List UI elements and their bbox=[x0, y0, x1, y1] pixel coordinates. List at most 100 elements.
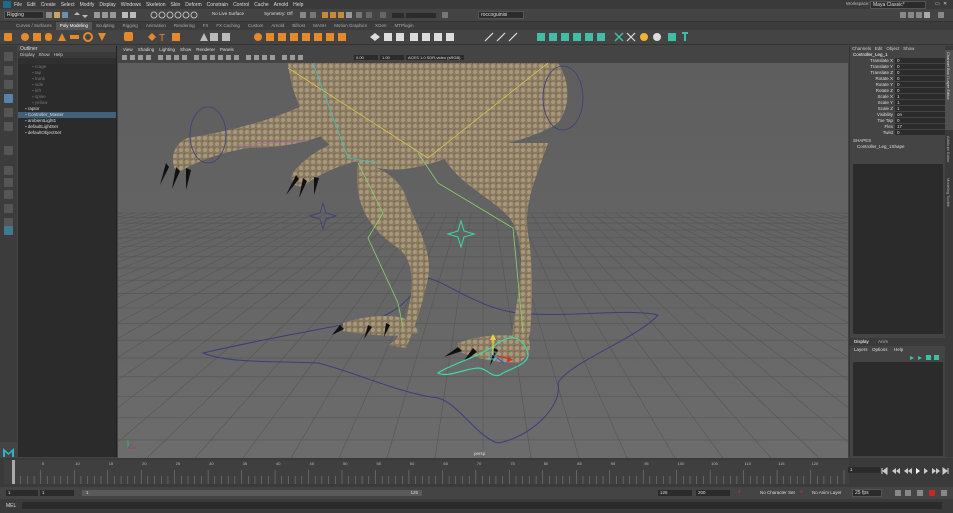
panel-toggle-icons[interactable] bbox=[900, 11, 950, 19]
channel-value[interactable]: 0 bbox=[895, 64, 945, 69]
shelf-tab-custom[interactable]: Custom bbox=[244, 22, 268, 30]
viewport-menu-show[interactable]: Show bbox=[180, 47, 191, 52]
channel-value[interactable]: 1 bbox=[895, 94, 945, 99]
range-slider[interactable]: 1 125 bbox=[82, 490, 422, 496]
channel-menu-channels[interactable]: Channels bbox=[852, 46, 871, 51]
time-ruler[interactable] bbox=[4, 460, 849, 485]
shelf-tab-sculpting[interactable]: Sculpting bbox=[92, 22, 119, 30]
shelf-tab-curves-surfaces[interactable]: Curves / Surfaces bbox=[12, 22, 56, 30]
menu-edit[interactable]: Edit bbox=[27, 2, 36, 8]
gamma-field[interactable]: 1.00 bbox=[380, 55, 404, 60]
side-tab-channel-box[interactable]: Channel Box / Layer Editor bbox=[945, 50, 953, 130]
shelf-tab-rendering[interactable]: Rendering bbox=[170, 22, 199, 30]
outliner-item[interactable]: ▪ defaultObjectSet bbox=[18, 130, 116, 136]
channel-menu-show[interactable]: Show bbox=[903, 46, 914, 51]
shelf-tab-rigging[interactable]: Rigging bbox=[119, 22, 142, 30]
snap-icons[interactable] bbox=[150, 11, 210, 19]
channel-value[interactable]: 1 bbox=[895, 106, 945, 111]
animation-start-field[interactable]: 1 bbox=[6, 490, 38, 496]
animation-end-field[interactable]: 200 bbox=[696, 490, 730, 496]
shelf-tab-mtplugin[interactable]: MTPlugin bbox=[390, 22, 417, 30]
viewport-menu-renderer[interactable]: Renderer bbox=[196, 47, 215, 52]
channel-value[interactable]: 0 bbox=[895, 130, 945, 135]
menu-control[interactable]: Control bbox=[233, 2, 249, 8]
layer-menu-layers[interactable]: Layers bbox=[854, 347, 868, 352]
shelf-tab-mash[interactable]: MASH bbox=[309, 22, 330, 30]
viewport-menu-lighting[interactable]: Lighting bbox=[159, 47, 175, 52]
menu-arnold[interactable]: Arnold bbox=[274, 2, 288, 8]
channel-value[interactable]: 0 bbox=[895, 58, 945, 63]
menu-file[interactable]: File bbox=[14, 2, 22, 8]
symmetry-dropdown[interactable]: Symmetry: Off bbox=[264, 11, 293, 16]
shelf-tab-bifrost[interactable]: Bifrost bbox=[288, 22, 309, 30]
current-frame-field[interactable]: 1 bbox=[848, 467, 880, 473]
playback-start-field[interactable]: 1 bbox=[40, 490, 74, 496]
shelf-tab-fx[interactable]: FX bbox=[199, 22, 213, 30]
window-close-icon[interactable]: ✕ bbox=[943, 1, 947, 7]
menu-modify[interactable]: Modify bbox=[80, 2, 95, 8]
single-pane-layout-icon[interactable] bbox=[4, 166, 13, 175]
scale-tool-icon[interactable] bbox=[4, 122, 13, 131]
channel-value[interactable]: 0 bbox=[895, 76, 945, 81]
menu-deform[interactable]: Deform bbox=[185, 2, 201, 8]
time-slider[interactable]: 5 10 15 20 25 30 35 40 45 50 55 60 65 70 75 80 85 90 95 100… bbox=[0, 458, 953, 487]
viewport-toolbar-icons[interactable] bbox=[120, 53, 350, 63]
window-minimize-icon[interactable]: ▭ bbox=[935, 1, 940, 7]
command-input[interactable] bbox=[22, 502, 942, 509]
shelf-tab-motion-graphics[interactable]: Motion Graphics bbox=[330, 22, 371, 30]
anim-layer-dropdown[interactable]: No Anim Layer bbox=[812, 490, 842, 495]
viewport-menu-panels[interactable]: Panels bbox=[220, 47, 234, 52]
menu-select[interactable]: Select bbox=[61, 2, 75, 8]
menu-constrain[interactable]: Constrain bbox=[207, 2, 228, 8]
shelf-tab-poly-modeling[interactable]: Poly Modeling bbox=[55, 22, 93, 30]
menu-display[interactable]: Display bbox=[99, 2, 115, 8]
channel-value[interactable]: 0 bbox=[895, 88, 945, 93]
channel-menu-object[interactable]: Object bbox=[886, 46, 899, 51]
live-surface-label[interactable]: No Live Surface bbox=[212, 11, 244, 16]
rotate-tool-icon[interactable] bbox=[4, 108, 13, 117]
paint-select-icon[interactable] bbox=[4, 80, 13, 89]
fps-dropdown[interactable]: 25 fps bbox=[852, 489, 882, 497]
playback-controls[interactable] bbox=[880, 467, 950, 475]
playback-end-field[interactable]: 125 bbox=[658, 490, 692, 496]
channel-value[interactable]: 0 bbox=[895, 118, 945, 123]
viewport-menu-view[interactable]: View bbox=[123, 47, 133, 52]
shelf-tab-fx-caching[interactable]: FX Caching bbox=[212, 22, 244, 30]
shape-name[interactable]: Controller_Leg_1Shape bbox=[850, 144, 945, 150]
side-tab-attribute-editor[interactable]: Attribute Editor bbox=[945, 134, 953, 174]
outliner-menu-display[interactable]: Display bbox=[20, 52, 35, 57]
menu-create[interactable]: Create bbox=[41, 2, 56, 8]
channel-value[interactable]: 0 bbox=[895, 70, 945, 75]
persp-outliner-layout-icon[interactable] bbox=[4, 204, 13, 213]
four-pane-layout-icon[interactable] bbox=[4, 178, 13, 187]
shelf-tab-animation[interactable]: Animation bbox=[142, 22, 170, 30]
viewport-menu-shading[interactable]: Shading bbox=[138, 47, 155, 52]
layer-menu-options[interactable]: Options bbox=[872, 347, 888, 352]
channel-value[interactable]: 0 bbox=[895, 82, 945, 87]
layer-tab-anim[interactable]: Anim bbox=[878, 339, 888, 344]
select-tool-icon[interactable] bbox=[4, 52, 13, 61]
layer-tab-display[interactable]: Display bbox=[854, 339, 869, 344]
outliner-menu-show[interactable]: Show bbox=[39, 52, 50, 57]
shelf-icon-strip[interactable]: T bbox=[0, 30, 700, 44]
menu-windows[interactable]: Windows bbox=[121, 2, 141, 8]
viewport-persp[interactable]: persp bbox=[118, 63, 848, 458]
menu-help[interactable]: Help bbox=[293, 2, 303, 8]
side-by-side-layout-icon[interactable] bbox=[4, 190, 13, 199]
range-bar-icons[interactable] bbox=[895, 489, 951, 497]
command-language-label[interactable]: MEL bbox=[6, 503, 16, 509]
render-icons[interactable] bbox=[300, 11, 470, 19]
layer-buttons[interactable] bbox=[908, 354, 944, 361]
channel-value[interactable]: on bbox=[895, 112, 945, 117]
user-account-dropdown[interactable]: roccoguinisi bbox=[478, 11, 524, 19]
last-tool-icon[interactable] bbox=[4, 146, 13, 155]
view-transform-dropdown[interactable]: ACES 1.0 SDR-video (sRGB) bbox=[406, 55, 464, 60]
search-icon[interactable] bbox=[4, 226, 13, 235]
layer-menu-help[interactable]: Help bbox=[894, 347, 903, 352]
workspace-dropdown[interactable]: Maya Classic* bbox=[870, 1, 926, 9]
exposure-field[interactable]: 0.00 bbox=[354, 55, 378, 60]
channel-row[interactable]: Twist 0 bbox=[850, 130, 945, 136]
character-set-dropdown[interactable]: No Character Set bbox=[760, 490, 795, 495]
menu-skeleton[interactable]: Skeleton bbox=[146, 2, 165, 8]
channel-menu-edit[interactable]: Edit bbox=[875, 46, 883, 51]
